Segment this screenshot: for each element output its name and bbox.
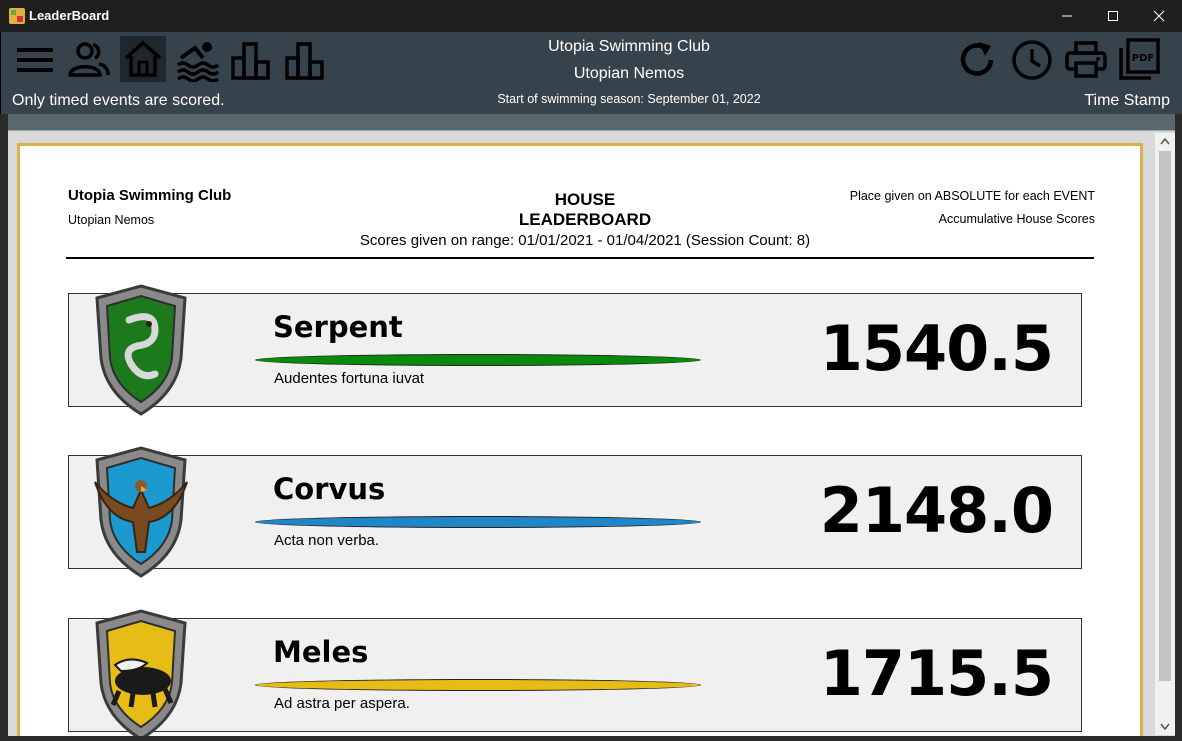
pdf-export-button[interactable]: PDF <box>1117 36 1163 82</box>
title-bar: LeaderBoard <box>0 0 1182 32</box>
house-motto: Ad astra per aspera. <box>274 695 410 712</box>
chevron-down-icon <box>1160 723 1170 731</box>
serpent-crest-icon <box>95 284 187 416</box>
report-range: Scores given on range: 01/01/2021 - 01/0… <box>359 232 811 249</box>
house-card-serpent: Serpent Audentes fortuna iuvat 1540.5 <box>68 284 1082 416</box>
leaderboard-button[interactable] <box>283 36 329 82</box>
house-name: Serpent <box>273 310 403 344</box>
swim-events-button[interactable] <box>175 36 221 82</box>
maximize-icon <box>1108 11 1118 21</box>
chevron-up-icon <box>1160 137 1170 145</box>
close-button[interactable] <box>1136 0 1182 32</box>
house-card-corvus: Corvus Acta non verba. 2148.0 <box>68 446 1082 578</box>
menu-icon <box>17 48 53 72</box>
report-title-line2: LEADERBOARD <box>518 210 652 229</box>
refresh-icon <box>960 42 994 76</box>
season-start: Start of swimming season: September 01, … <box>497 92 761 106</box>
minimize-icon <box>1062 15 1072 17</box>
members-button[interactable] <box>65 36 111 82</box>
close-icon <box>1153 10 1165 22</box>
swimmer-icon <box>176 42 220 82</box>
scoring-note: Only timed events are scored. <box>12 92 225 109</box>
maximize-button[interactable] <box>1090 0 1136 32</box>
house-motto: Acta non verba. <box>274 532 380 549</box>
home-icon <box>124 40 162 77</box>
report-place-note: Place given on ABSOLUTE for each EVENT <box>849 189 1095 203</box>
house-score: 1540.5 <box>819 312 1054 385</box>
team-name: Utopian Nemos <box>573 65 685 82</box>
house-score: 2148.0 <box>819 474 1054 547</box>
refresh-button[interactable] <box>955 36 1001 82</box>
bar-chart-icon <box>231 42 270 80</box>
scroll-down-button[interactable] <box>1155 718 1175 735</box>
report-title-line1: HOUSE <box>554 190 616 209</box>
house-motto: Audentes fortuna iuvat <box>274 370 425 387</box>
scroll-up-button[interactable] <box>1155 133 1175 150</box>
print-button[interactable] <box>1063 36 1109 82</box>
bar-chart-icon <box>285 42 324 80</box>
report-page: Utopia Swimming Club Utopian Nemos HOUSE… <box>17 143 1143 736</box>
house-color-bar <box>255 354 701 366</box>
window-title: LeaderBoard <box>29 8 110 23</box>
clock-icon <box>1012 40 1052 80</box>
print-icon <box>1065 41 1107 78</box>
house-color-bar <box>255 679 701 691</box>
report-viewport: Utopia Swimming Club Utopian Nemos HOUSE… <box>8 130 1175 736</box>
report-scoring-note: Accumulative House Scores <box>938 212 1095 226</box>
house-name: Corvus <box>273 472 386 506</box>
house-score: 1715.5 <box>819 637 1054 710</box>
vertical-scrollbar[interactable] <box>1155 133 1175 735</box>
badger-crest-icon <box>95 609 187 736</box>
house-card-meles: Meles Ad astra per aspera. 1715.5 <box>68 609 1082 736</box>
scroll-thumb[interactable] <box>1159 151 1171 681</box>
history-button[interactable] <box>1009 36 1055 82</box>
house-color-bar <box>255 516 701 528</box>
toolbar-separator <box>8 114 1175 130</box>
home-button[interactable] <box>120 36 166 82</box>
pdf-icon: PDF <box>1119 38 1160 80</box>
menu-button[interactable] <box>13 36 59 82</box>
house-name: Meles <box>273 635 369 669</box>
app-icon <box>9 8 25 24</box>
toolbar: Only timed events are scored. Utopia Swi… <box>0 32 1182 114</box>
club-name: Utopia Swimming Club <box>548 38 710 55</box>
members-icon <box>68 42 110 77</box>
time-stamp-button[interactable]: Time Stamp <box>1084 92 1170 110</box>
report-team-name: Utopian Nemos <box>68 213 155 227</box>
header-divider <box>66 257 1094 259</box>
report-club-name: Utopia Swimming Club <box>68 187 232 204</box>
reports-button[interactable] <box>229 36 275 82</box>
minimize-button[interactable] <box>1044 0 1090 32</box>
eagle-crest-icon <box>94 446 188 578</box>
svg-text:PDF: PDF <box>1132 53 1154 64</box>
